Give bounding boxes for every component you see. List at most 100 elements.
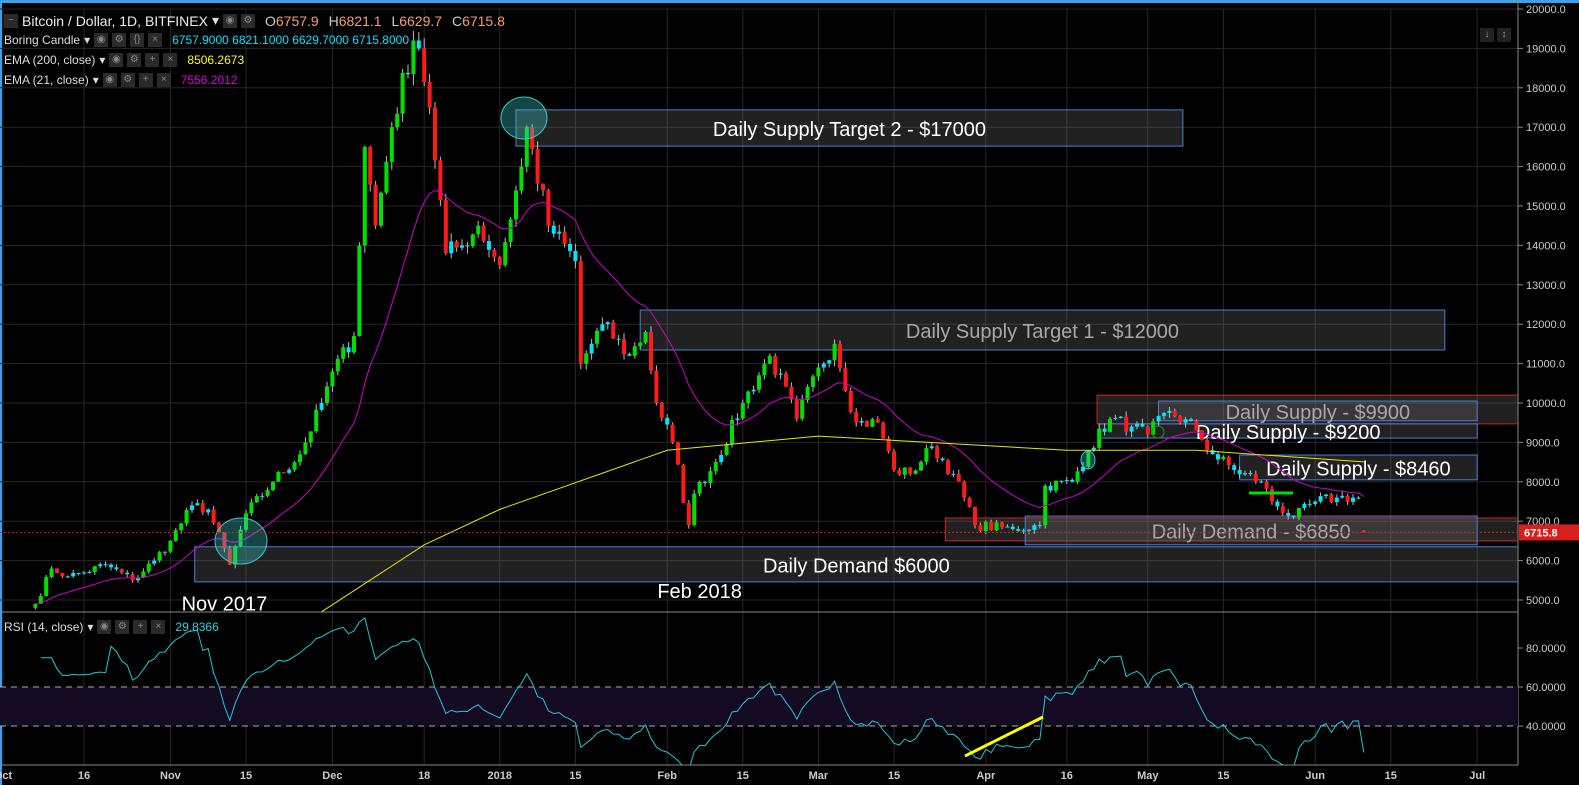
candle-body — [454, 241, 459, 248]
candle — [578, 255, 583, 370]
candle-body — [308, 431, 313, 443]
candle-body — [659, 403, 664, 418]
candle-body — [341, 347, 346, 359]
chevron-down-icon[interactable]: ▾ — [99, 53, 105, 67]
candle-body — [335, 358, 340, 372]
price-tick-label: 14000.0 — [1526, 240, 1566, 252]
candle-body — [298, 454, 302, 463]
candle — [967, 496, 972, 508]
date-tick-label: Oct — [0, 770, 13, 782]
candle — [433, 102, 437, 169]
candle-body — [751, 389, 756, 392]
candle-body — [1248, 473, 1253, 475]
candle-body — [1064, 479, 1069, 481]
gear-icon[interactable]: ⚙ — [120, 73, 135, 87]
annotation-text: Feb 2018 — [657, 581, 742, 603]
candle-body — [173, 530, 178, 541]
rsi-band — [0, 687, 1518, 726]
indicator-name[interactable]: EMA (21, close) — [4, 73, 89, 87]
eye-icon[interactable]: ◉ — [94, 33, 109, 47]
candle-body — [44, 577, 49, 596]
candle-body — [973, 506, 977, 526]
candle-body — [1156, 416, 1161, 422]
candle-body — [697, 481, 702, 494]
rsi-legend-name[interactable]: RSI (14, close) — [4, 620, 83, 634]
date-tick-label: Apr — [976, 770, 996, 782]
candle — [55, 568, 59, 574]
candle-body — [649, 332, 653, 371]
price-tick-label: 20000.0 — [1526, 4, 1566, 16]
candle-body — [449, 241, 454, 254]
indicator-name[interactable]: Boring Candle — [4, 33, 80, 47]
candle-body — [778, 373, 783, 375]
candle-body — [368, 146, 373, 185]
plus-icon[interactable]: + — [138, 73, 153, 87]
candle-body — [838, 343, 842, 369]
price-tick-label: 8000.0 — [1526, 477, 1560, 489]
pane-controls: ↓ ↕ — [1480, 28, 1511, 42]
candle-body — [1280, 506, 1285, 513]
candle-body — [287, 469, 292, 473]
candle-body — [1334, 497, 1339, 503]
symbol-title[interactable]: Bitcoin / Dollar, 1D, BITFINEX — [22, 13, 208, 29]
indicator-values: 6757.9000 6821.1000 6629.7000 6715.8000 — [172, 33, 409, 47]
candle-body — [1070, 479, 1075, 482]
eye-icon[interactable]: ◉ — [109, 53, 124, 67]
plus-icon[interactable]: + — [133, 620, 148, 634]
candle-body — [1232, 465, 1237, 470]
annotation-text: Nov 2017 — [182, 594, 268, 616]
close-icon[interactable]: × — [156, 73, 171, 87]
gear-icon[interactable]: ⚙ — [112, 33, 127, 47]
candle-body — [33, 603, 38, 608]
price-tick-label: 6000.0 — [1526, 556, 1560, 568]
candle — [546, 188, 551, 232]
arrow-down-icon[interactable]: ↓ — [1480, 28, 1494, 42]
ohlc-readout: O6757.9 H6821.1 L6629.7 C6715.8 — [264, 12, 505, 29]
candle-body — [762, 363, 767, 376]
indicator-legend: EMA (200, close) ▾ ◉ ⚙ + × 8506.2673 — [4, 53, 244, 67]
close-icon[interactable]: × — [163, 53, 178, 67]
eye-icon[interactable]: ◉ — [222, 13, 237, 28]
candle-body — [929, 446, 934, 449]
candle — [611, 319, 616, 340]
candle-body — [49, 568, 54, 578]
candle-body — [670, 424, 675, 443]
chevron-down-icon[interactable]: ▾ — [87, 620, 93, 634]
gear-icon[interactable]: ⚙ — [127, 53, 142, 67]
date-tick-label: Jun — [1305, 770, 1325, 782]
gear-icon[interactable]: ⚙ — [115, 620, 130, 634]
chevron-down-icon[interactable]: ▾ — [212, 12, 219, 29]
close-icon[interactable]: × — [148, 33, 163, 47]
candle-body — [578, 261, 583, 364]
zone-label: Daily Supply Target 1 - $12000 — [906, 321, 1179, 343]
price-chart[interactable]: 20000.0 19000.0 18000.0 17000.0 16000.0 15000… — [0, 0, 1579, 785]
collapse-icon[interactable]: − — [4, 13, 18, 28]
date-tick-label: 16 — [1061, 770, 1073, 782]
chevron-down-icon[interactable]: ▾ — [84, 33, 90, 47]
gear-icon[interactable]: ⚙ — [240, 13, 255, 28]
candle-body — [1075, 471, 1080, 482]
plus-icon[interactable]: + — [145, 53, 160, 67]
candle-body — [557, 231, 562, 234]
candle-body — [1340, 495, 1345, 498]
candle-body — [1021, 530, 1026, 532]
candle-body — [1275, 501, 1280, 507]
candle-body — [114, 567, 119, 570]
indicator-name[interactable]: EMA (200, close) — [4, 53, 95, 67]
price-tick-label: 9000.0 — [1526, 437, 1560, 449]
candle-body — [60, 573, 65, 577]
eye-icon[interactable]: ◉ — [97, 620, 112, 634]
candle — [838, 340, 842, 373]
candle-body — [1118, 416, 1123, 418]
candle-body — [1113, 417, 1118, 419]
candle-body — [956, 473, 961, 482]
maximize-icon[interactable]: ↕ — [1497, 28, 1511, 42]
eye-icon[interactable]: ◉ — [102, 73, 117, 87]
candle-body — [967, 497, 972, 507]
candle-body — [1221, 456, 1226, 460]
close-icon[interactable]: × — [151, 620, 166, 634]
chevron-down-icon[interactable]: ▾ — [93, 73, 99, 87]
candle — [973, 506, 977, 529]
braces-icon[interactable]: {} — [130, 33, 145, 47]
candle — [654, 365, 659, 406]
